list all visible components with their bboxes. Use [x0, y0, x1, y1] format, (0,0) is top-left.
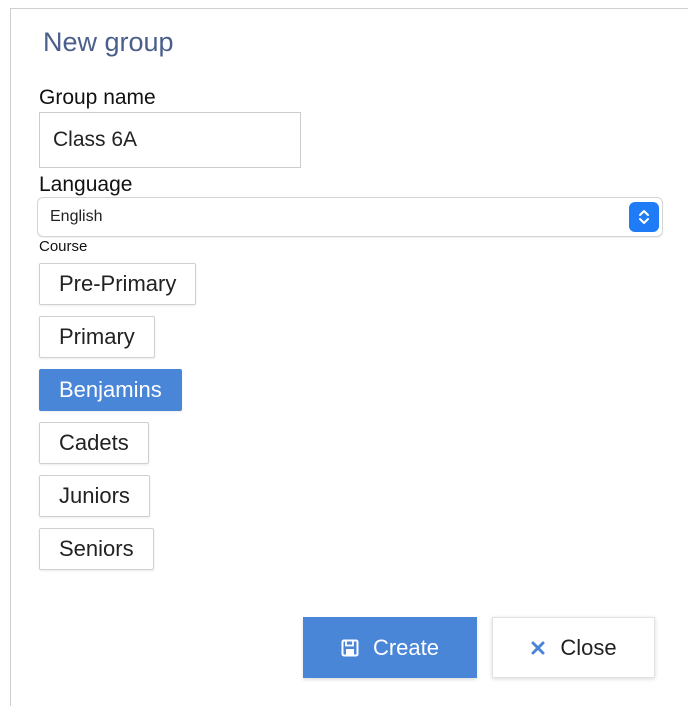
- create-button-label: Create: [372, 634, 440, 660]
- close-button[interactable]: Close: [492, 617, 655, 678]
- language-label: Language: [39, 173, 133, 196]
- course-label: Course: [39, 238, 88, 255]
- create-button[interactable]: Create: [303, 617, 477, 678]
- course-button-benjamins[interactable]: Benjamins: [39, 369, 182, 411]
- course-button-pre-primary[interactable]: Pre-Primary: [39, 263, 197, 305]
- course-button-seniors[interactable]: Seniors: [39, 528, 154, 570]
- course-button-juniors[interactable]: Juniors: [39, 475, 150, 517]
- course-button-primary[interactable]: Primary: [39, 316, 155, 358]
- dialog-title: New group: [43, 27, 174, 57]
- group-name-value: Class 6A: [53, 128, 138, 151]
- language-selected-value: English: [50, 208, 103, 225]
- group-name-input[interactable]: Class 6A: [39, 112, 301, 168]
- course-button-cadets[interactable]: Cadets: [39, 422, 149, 464]
- close-button-label: Close: [560, 634, 617, 660]
- select-stepper-icon: [629, 202, 659, 232]
- language-select[interactable]: English: [37, 197, 663, 237]
- save-icon: [341, 639, 359, 657]
- new-group-dialog: New group Group name Class 6A Language E…: [10, 8, 688, 706]
- group-name-label: Group name: [39, 86, 156, 109]
- close-icon: [530, 640, 546, 656]
